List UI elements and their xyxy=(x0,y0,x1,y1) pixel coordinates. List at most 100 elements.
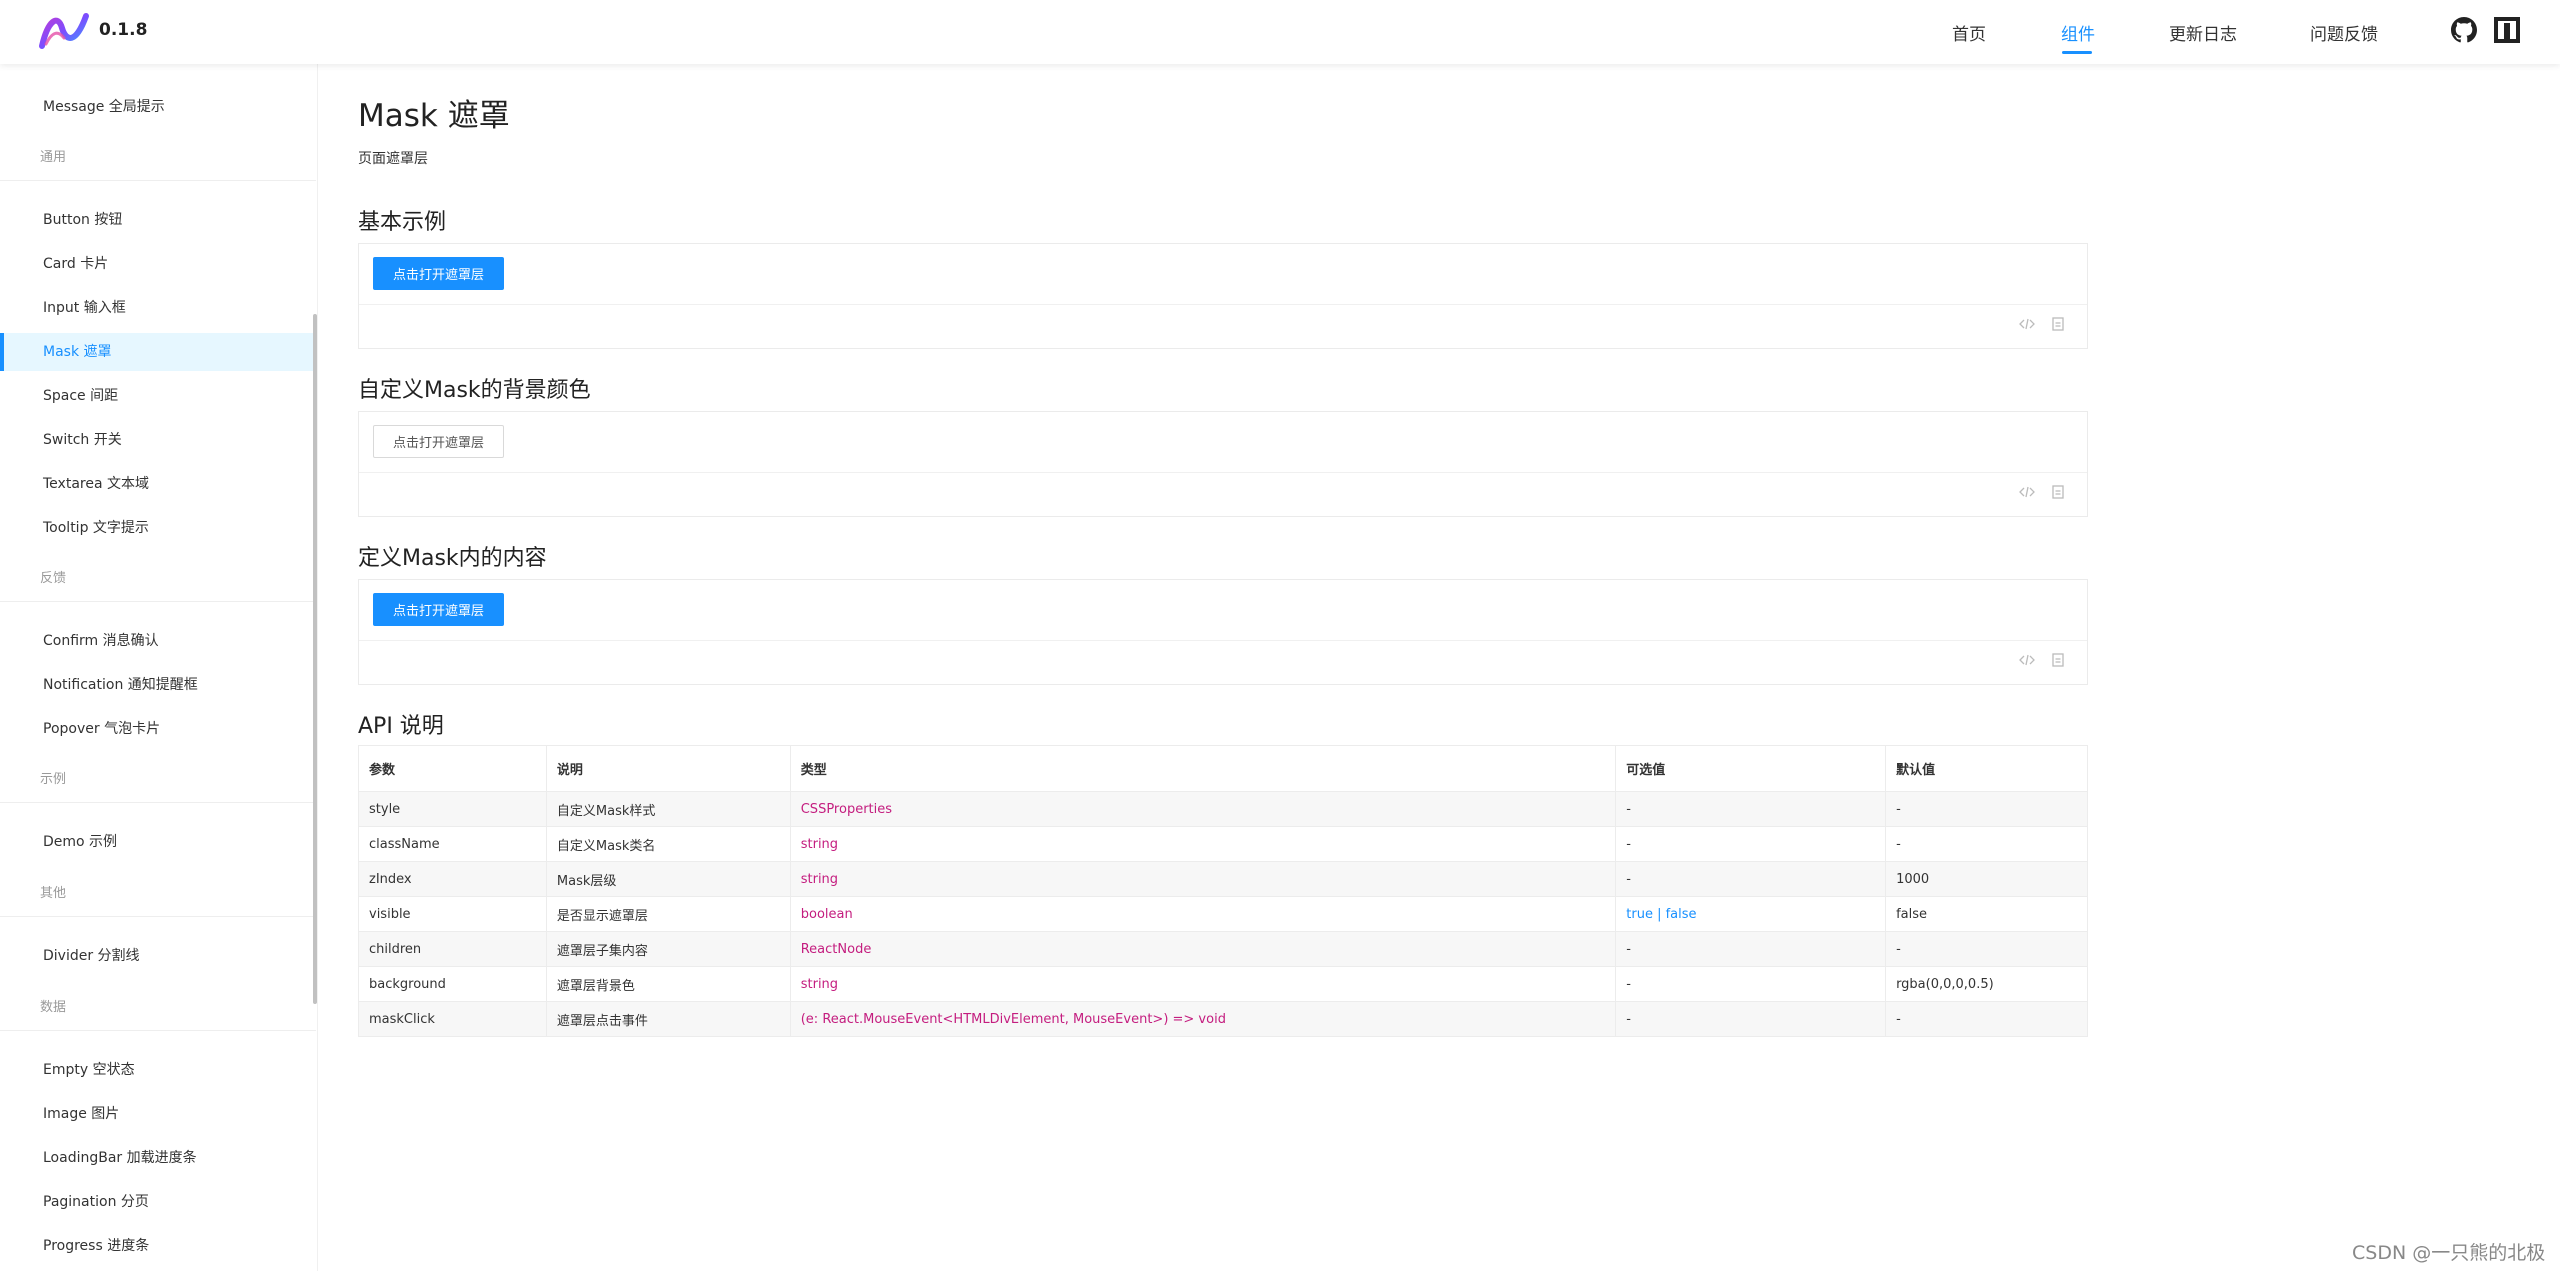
open-mask-button[interactable]: 点击打开遮罩层 xyxy=(373,425,504,458)
sidebar-item-card[interactable]: Card 卡片 xyxy=(0,245,316,283)
group-divider xyxy=(0,601,316,602)
table-cell: background xyxy=(358,966,547,1002)
table-cell: 遮罩层子集内容 xyxy=(545,931,791,967)
sidebar-item-tooltip[interactable]: Tooltip 文字提示 xyxy=(0,509,316,547)
table-cell: string xyxy=(789,966,1617,1002)
demo-box-background: 点击打开遮罩层 xyxy=(358,411,2088,517)
sidebar-item-progress[interactable]: Progress 进度条 xyxy=(0,1227,316,1265)
github-icon[interactable] xyxy=(2451,17,2477,43)
table-cell: 遮罩层背景色 xyxy=(545,966,791,1002)
sidebar-item-loadingbar[interactable]: LoadingBar 加载进度条 xyxy=(0,1139,316,1177)
table-cell: string xyxy=(789,861,1617,897)
sidebar-item-demo[interactable]: Demo 示例 xyxy=(0,823,316,861)
table-cell: 是否显示遮罩层 xyxy=(545,896,791,932)
table-header-cell: 类型 xyxy=(789,745,1617,792)
demo-divider xyxy=(359,640,2087,641)
table-cell: 遮罩层点击事件 xyxy=(545,1001,791,1037)
table-cell: true | false xyxy=(1615,896,1887,932)
table-cell: - xyxy=(1615,931,1887,967)
table-cell: - xyxy=(1615,861,1887,897)
open-mask-button[interactable]: 点击打开遮罩层 xyxy=(373,257,504,290)
table-cell: - xyxy=(1615,826,1887,862)
section-title-background: 自定义Mask的背景颜色 xyxy=(358,378,591,403)
sidebar-item-confirm[interactable]: Confirm 消息确认 xyxy=(0,622,316,660)
table-cell: boolean xyxy=(789,896,1617,932)
table-row: background 遮罩层背景色 string - rgba(0,0,0,0.… xyxy=(358,966,2088,1002)
page-description: 页面遮罩层 xyxy=(358,151,428,167)
sidebar-item-image[interactable]: Image 图片 xyxy=(0,1095,316,1133)
table-cell: CSSProperties xyxy=(789,791,1617,827)
sidebar-item-textarea[interactable]: Textarea 文本域 xyxy=(0,465,316,503)
group-divider xyxy=(0,916,316,917)
section-title-content: 定义Mask内的内容 xyxy=(358,546,547,571)
table-cell: - xyxy=(1885,826,2088,862)
sidebar-item-pagination[interactable]: Pagination 分页 xyxy=(0,1183,316,1221)
top-header: 0.1.8 首页 组件 更新日志 问题反馈 xyxy=(0,0,2560,64)
logo-icon[interactable] xyxy=(38,10,92,52)
copy-icon[interactable] xyxy=(2050,652,2066,668)
table-row: children 遮罩层子集内容 ReactNode - - xyxy=(358,931,2088,967)
table-cell: - xyxy=(1885,931,2088,967)
table-row: maskClick 遮罩层点击事件 (e: React.MouseEvent<H… xyxy=(358,1001,2088,1037)
table-cell: Mask层级 xyxy=(545,861,791,897)
nav-active-indicator xyxy=(2062,51,2092,54)
gitee-icon[interactable] xyxy=(2494,17,2520,43)
nav-components[interactable]: 组件 xyxy=(2061,20,2095,45)
table-row: className 自定义Mask类名 string - - xyxy=(358,826,2088,862)
sidebar-item-button[interactable]: Button 按钮 xyxy=(0,201,316,239)
table-cell: - xyxy=(1885,1001,2088,1037)
sidebar: Message 全局提示 通用 Button 按钮 Card 卡片 Input … xyxy=(0,64,318,1271)
sidebar-item-mask[interactable]: Mask 遮罩 xyxy=(0,333,316,371)
group-title-other: 其他 xyxy=(40,886,67,901)
table-cell: ReactNode xyxy=(789,931,1617,967)
sidebar-item-empty[interactable]: Empty 空状态 xyxy=(0,1051,316,1089)
demo-divider xyxy=(359,304,2087,305)
nav-changelog[interactable]: 更新日志 xyxy=(2169,20,2237,45)
table-header-cell: 参数 xyxy=(358,745,547,792)
group-title-general: 通用 xyxy=(40,150,67,165)
table-cell: (e: React.MouseEvent<HTMLDivElement, Mou… xyxy=(789,1001,1617,1037)
table-cell: visible xyxy=(358,896,547,932)
group-title-data: 数据 xyxy=(40,1000,67,1015)
watermark: CSDN @一只熊的北极 xyxy=(2352,1242,2546,1264)
code-icon[interactable] xyxy=(2019,484,2035,500)
demo-box-content: 点击打开遮罩层 xyxy=(358,579,2088,685)
table-row: zIndex Mask层级 string - 1000 xyxy=(358,861,2088,897)
sidebar-item-space[interactable]: Space 间距 xyxy=(0,377,316,415)
table-cell: children xyxy=(358,931,547,967)
sidebar-item-popover[interactable]: Popover 气泡卡片 xyxy=(0,710,316,748)
table-cell: false xyxy=(1885,896,2088,932)
version-label: 0.1.8 xyxy=(99,20,148,40)
sidebar-scrollbar[interactable] xyxy=(313,314,317,1004)
group-divider xyxy=(0,802,316,803)
demo-divider xyxy=(359,472,2087,473)
copy-icon[interactable] xyxy=(2050,484,2066,500)
section-title-basic: 基本示例 xyxy=(358,210,447,235)
table-cell: 1000 xyxy=(1885,861,2088,897)
nav-home[interactable]: 首页 xyxy=(1952,20,1986,45)
demo-box-basic: 点击打开遮罩层 xyxy=(358,243,2088,349)
group-title-example: 示例 xyxy=(40,772,67,787)
code-icon[interactable] xyxy=(2019,316,2035,332)
api-table: 参数 说明 类型 可选值 默认值 style 自定义Mask样式 CSSProp… xyxy=(358,745,2088,1037)
table-cell: 自定义Mask类名 xyxy=(545,826,791,862)
group-title-feedback: 反馈 xyxy=(40,571,67,586)
nav-feedback[interactable]: 问题反馈 xyxy=(2310,20,2378,45)
sidebar-item-message[interactable]: Message 全局提示 xyxy=(0,88,316,126)
table-cell: style xyxy=(358,791,547,827)
table-cell: - xyxy=(1615,1001,1887,1037)
open-mask-button[interactable]: 点击打开遮罩层 xyxy=(373,593,504,626)
table-cell: - xyxy=(1885,791,2088,827)
table-cell: - xyxy=(1615,791,1887,827)
table-cell: - xyxy=(1615,966,1887,1002)
sidebar-item-switch[interactable]: Switch 开关 xyxy=(0,421,316,459)
group-divider xyxy=(0,1030,316,1031)
sidebar-item-divider[interactable]: Divider 分割线 xyxy=(0,937,316,975)
code-icon[interactable] xyxy=(2019,652,2035,668)
copy-icon[interactable] xyxy=(2050,316,2066,332)
sidebar-item-input[interactable]: Input 输入框 xyxy=(0,289,316,327)
table-cell: string xyxy=(789,826,1617,862)
sidebar-item-notification[interactable]: Notification 通知提醒框 xyxy=(0,666,316,704)
section-title-api: API 说明 xyxy=(358,714,444,739)
table-header-cell: 可选值 xyxy=(1615,745,1887,792)
